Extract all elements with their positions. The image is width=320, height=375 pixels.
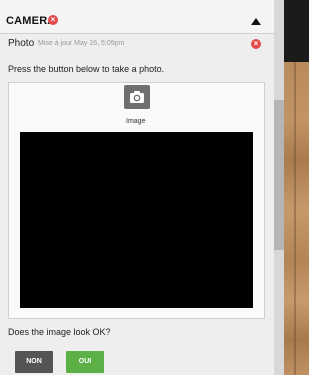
confirmation-question: Does the image look OK? — [8, 327, 111, 337]
panel-header[interactable]: CAMERA × — [0, 0, 274, 34]
error-circle-icon: × — [48, 15, 58, 25]
photo-field-timestamp: Mise à jour May 26, 5:09pm — [38, 40, 125, 47]
triangle-up-icon[interactable] — [251, 18, 261, 25]
camera-capture-button[interactable] — [124, 85, 150, 109]
background-image-strip — [284, 0, 309, 375]
photo-field-label: Photo — [8, 38, 35, 49]
camera-panel: CAMERA × Photo Mise à jour May 26, 5:09p… — [0, 0, 274, 375]
camera-icon — [130, 91, 144, 103]
instruction-text: Press the button below to take a photo. — [8, 64, 165, 74]
camera-button-label: Image — [126, 118, 146, 125]
photo-preview — [20, 132, 253, 308]
scrollbar-thumb[interactable] — [274, 100, 284, 250]
no-button[interactable]: NON — [15, 351, 53, 373]
clear-error-icon[interactable]: × — [251, 39, 261, 49]
yes-button[interactable]: OUI — [66, 351, 104, 373]
